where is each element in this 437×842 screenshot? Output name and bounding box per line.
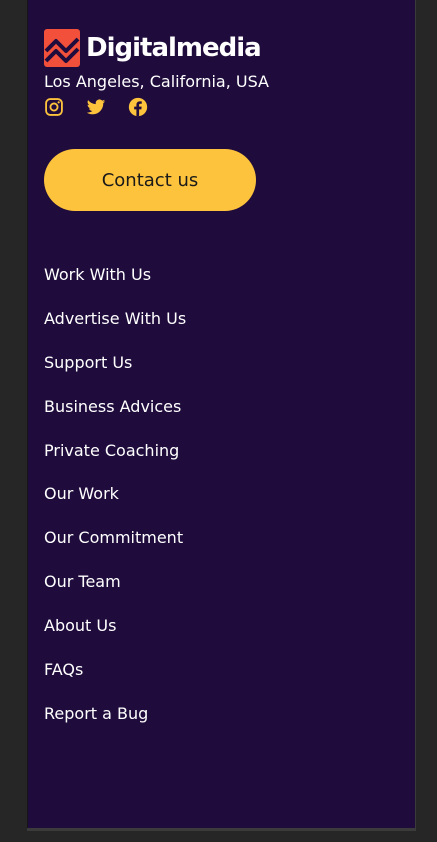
list-item: Work With Us (44, 265, 186, 309)
social-links (44, 97, 148, 117)
footer-panel: Digitalmedia Los Angeles, California, US… (27, 0, 416, 828)
contact-us-button[interactable]: Contact us (44, 149, 256, 211)
list-item: Support Us (44, 353, 186, 397)
panel-bottom-border (27, 828, 416, 831)
logo-mark-icon (44, 29, 80, 67)
list-item: Our Team (44, 572, 186, 616)
list-item: Business Advices (44, 397, 186, 441)
brand-name: Digitalmedia (86, 33, 262, 63)
instagram-icon[interactable] (44, 97, 64, 117)
list-item: FAQs (44, 660, 186, 704)
list-item: Private Coaching (44, 441, 186, 485)
nav-link-our-work[interactable]: Our Work (44, 484, 119, 504)
nav-link-faqs[interactable]: FAQs (44, 660, 83, 680)
list-item: About Us (44, 616, 186, 660)
location-text: Los Angeles, California, USA (44, 72, 269, 91)
nav-link-business-advices[interactable]: Business Advices (44, 397, 181, 417)
nav-link-report-a-bug[interactable]: Report a Bug (44, 704, 148, 724)
nav-link-private-coaching[interactable]: Private Coaching (44, 441, 179, 461)
nav-link-about-us[interactable]: About Us (44, 616, 116, 636)
list-item: Advertise With Us (44, 309, 186, 353)
nav-link-advertise-with-us[interactable]: Advertise With Us (44, 309, 186, 329)
list-item: Report a Bug (44, 704, 186, 748)
nav-link-our-commitment[interactable]: Our Commitment (44, 528, 183, 548)
twitter-icon[interactable] (86, 97, 106, 117)
footer-nav: Work With Us Advertise With Us Support U… (44, 265, 186, 748)
brand-logo[interactable]: Digitalmedia (44, 29, 262, 67)
list-item: Our Commitment (44, 528, 186, 572)
nav-link-support-us[interactable]: Support Us (44, 353, 132, 373)
nav-link-work-with-us[interactable]: Work With Us (44, 265, 151, 285)
nav-link-our-team[interactable]: Our Team (44, 572, 121, 592)
list-item: Our Work (44, 484, 186, 528)
facebook-icon[interactable] (128, 97, 148, 117)
